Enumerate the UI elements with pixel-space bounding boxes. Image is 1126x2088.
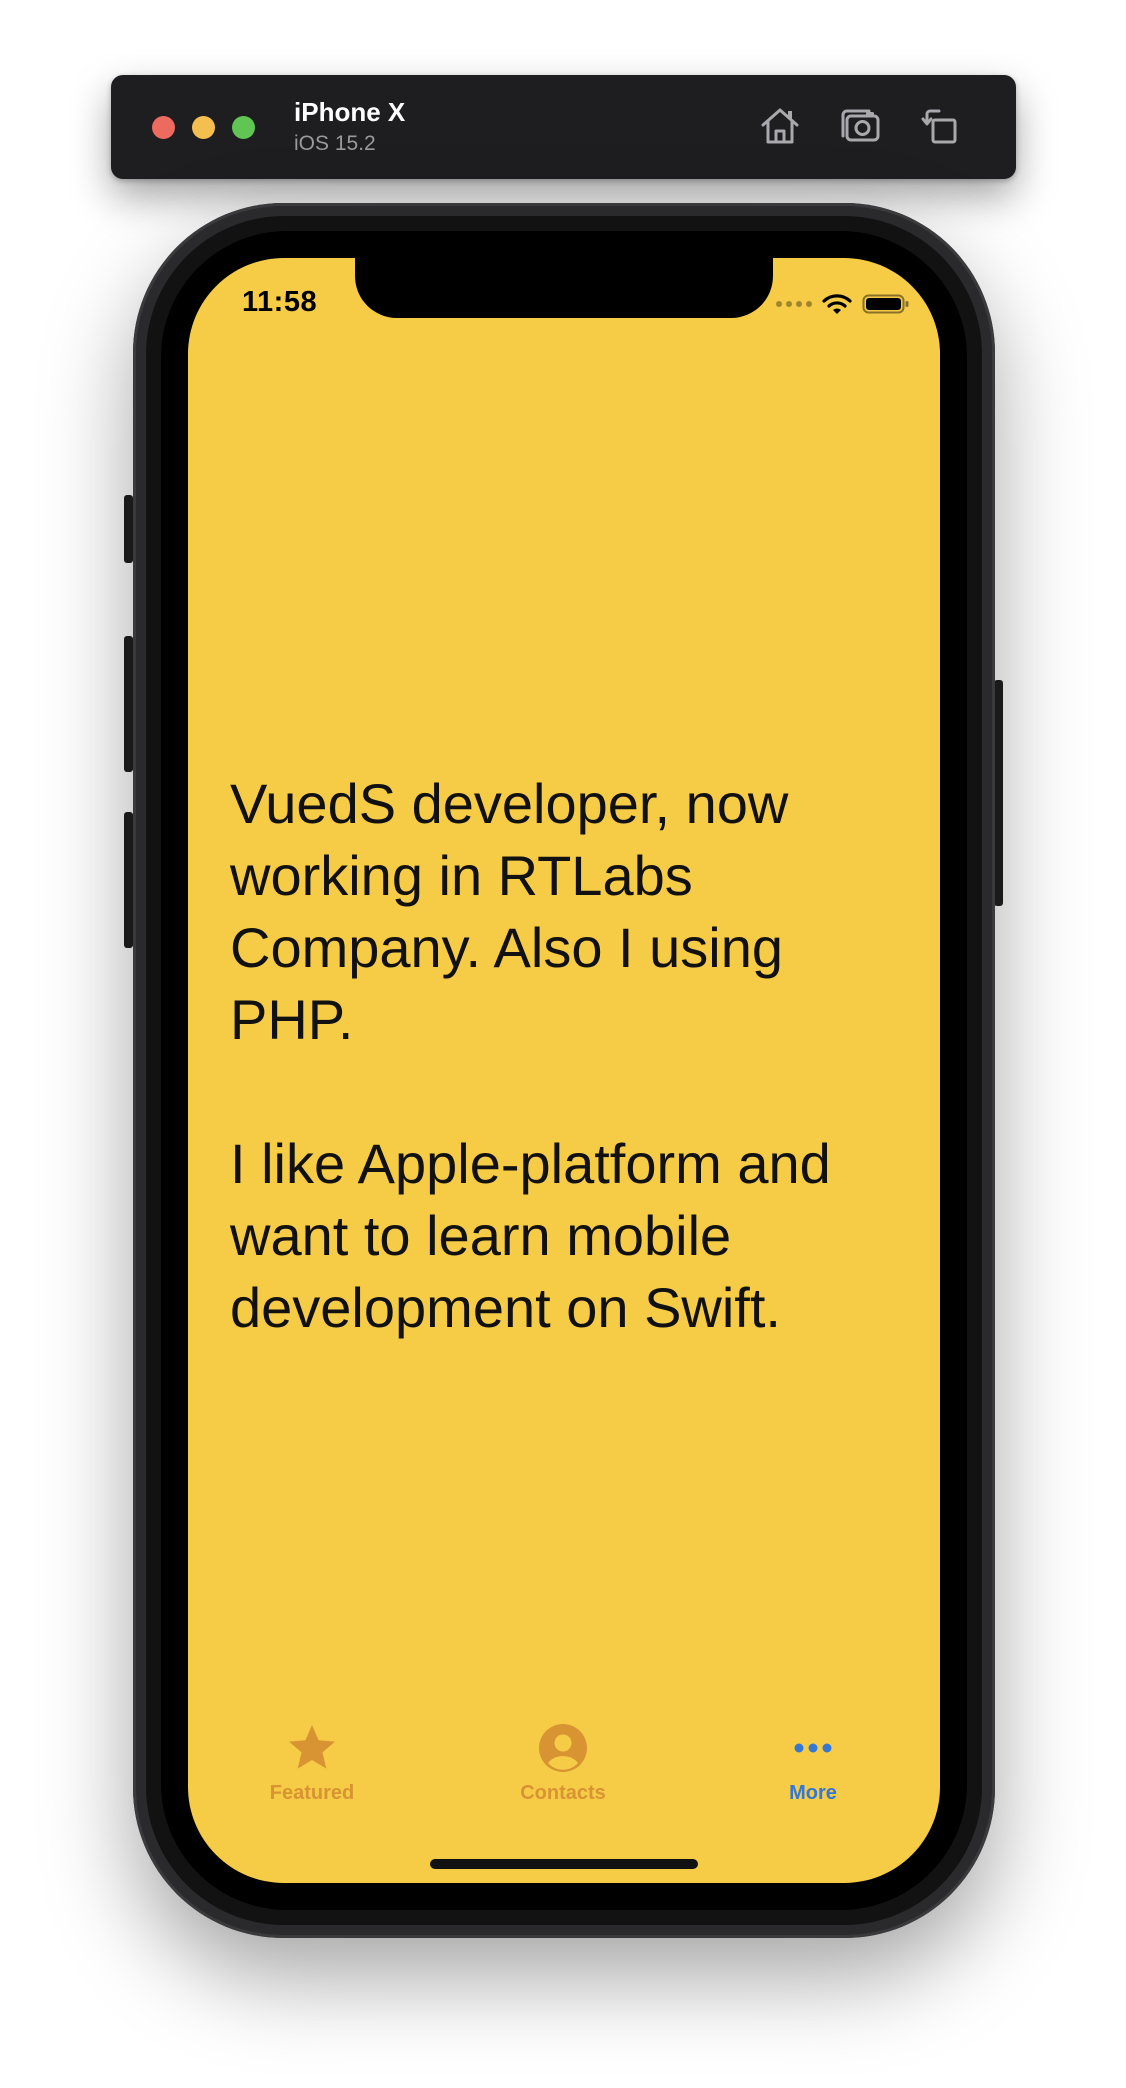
device-os-version: iOS 15.2 [294,132,376,155]
bio-paragraph: I like Apple-platform and want to learn … [230,1132,831,1339]
person-circle-icon [537,1722,589,1774]
device-name: iPhone X [294,97,406,127]
wifi-icon [822,292,852,316]
minimize-window-button[interactable] [192,116,215,139]
bio-paragraph: VuedS developer, now working in RTLabs C… [230,772,789,1051]
home-indicator[interactable] [430,1859,698,1869]
star-icon [286,1722,338,1774]
rotate-icon [921,109,957,144]
battery-icon [862,292,910,316]
tab-more-label: More [789,1782,837,1804]
device-screen: 11:58 VuedS developer, now working in RT… [188,258,940,1883]
home-icon [761,108,799,144]
screenshot-button[interactable] [838,103,884,149]
tab-contacts-label: Contacts [520,1782,606,1804]
mute-switch [124,495,133,563]
tab-featured-label: Featured [269,1782,355,1804]
status-icons [776,290,910,318]
status-time: 11:58 [242,286,318,318]
notch [355,258,773,318]
zoom-window-button[interactable] [232,116,255,139]
bio-text: VuedS developer, now working in RTLabs C… [230,768,920,1416]
power-button [994,680,1003,906]
home-button[interactable] [757,103,803,149]
tab-contacts[interactable]: Contacts [478,1718,648,1818]
close-window-button[interactable] [152,116,175,139]
volume-down-button [124,812,133,948]
screenshot-icon [841,109,880,142]
volume-up-button [124,636,133,772]
simulator-toolbar: iPhone X iOS 15.2 [111,75,1016,179]
cellular-signal-icon [776,301,812,307]
tab-featured[interactable]: Featured [227,1718,397,1818]
rotate-button[interactable] [919,103,965,149]
ellipsis-icon [787,1722,839,1774]
tab-more[interactable]: More [728,1718,898,1818]
tab-bar: Featured Contacts More [188,1718,940,1818]
